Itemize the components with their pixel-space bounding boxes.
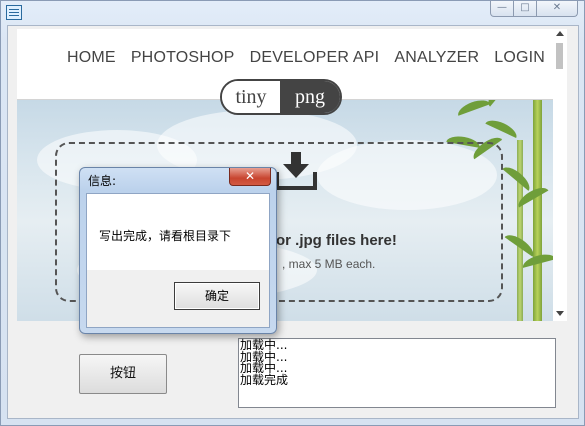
action-button[interactable]: 按钮 [79, 354, 167, 394]
logo-text-left: tiny [222, 81, 280, 113]
vertical-scrollbar[interactable] [553, 29, 567, 321]
site-logo[interactable]: tiny png [220, 79, 342, 115]
dialog-message: 写出完成，请看根目录下 [99, 229, 232, 243]
nav-analyzer[interactable]: ANALYZER [394, 49, 479, 67]
minimize-button[interactable]: — [490, 1, 514, 17]
nav-login[interactable]: LOGIN [494, 49, 545, 67]
dropzone-subtitle: , max 5 MB each. [282, 257, 376, 271]
scroll-thumb[interactable] [556, 43, 563, 69]
dialog-footer: 确定 [87, 270, 269, 327]
dialog-close-button[interactable]: ✕ [229, 168, 271, 186]
nav-home[interactable]: HOME [67, 49, 116, 67]
nav-developer-api[interactable]: DEVELOPER API [250, 49, 380, 67]
close-window-button[interactable]: ✕ [537, 1, 578, 17]
window-controls: — □ ✕ [490, 1, 578, 17]
log-line: 加载完成 [240, 372, 289, 387]
nav-photoshop[interactable]: PHOTOSHOP [131, 49, 235, 67]
message-dialog: 信息: ✕ 写出完成，请看根目录下 确定 [79, 167, 277, 334]
logo-text-right: png [280, 81, 340, 113]
dialog-title: 信息: [88, 174, 117, 188]
app-icon [6, 5, 22, 20]
dialog-body: 写出完成，请看根目录下 确定 [86, 193, 270, 328]
maximize-button[interactable]: □ [514, 1, 537, 17]
app-window: — □ ✕ HOME PHOTOSHOP DEVELOPER API ANALY… [0, 0, 585, 426]
download-tray-icon [275, 152, 317, 190]
dialog-ok-button[interactable]: 确定 [174, 282, 260, 310]
scroll-down-arrow-icon[interactable] [556, 311, 564, 316]
scroll-up-arrow-icon[interactable] [556, 31, 564, 36]
log-line: 加载中... [240, 338, 288, 352]
log-line: 加载中... [240, 349, 288, 364]
log-textbox[interactable]: 加载中... 加载中... 加载中... 加载完成 [238, 338, 556, 408]
dropzone-title: or .jpg files here! [276, 232, 397, 249]
